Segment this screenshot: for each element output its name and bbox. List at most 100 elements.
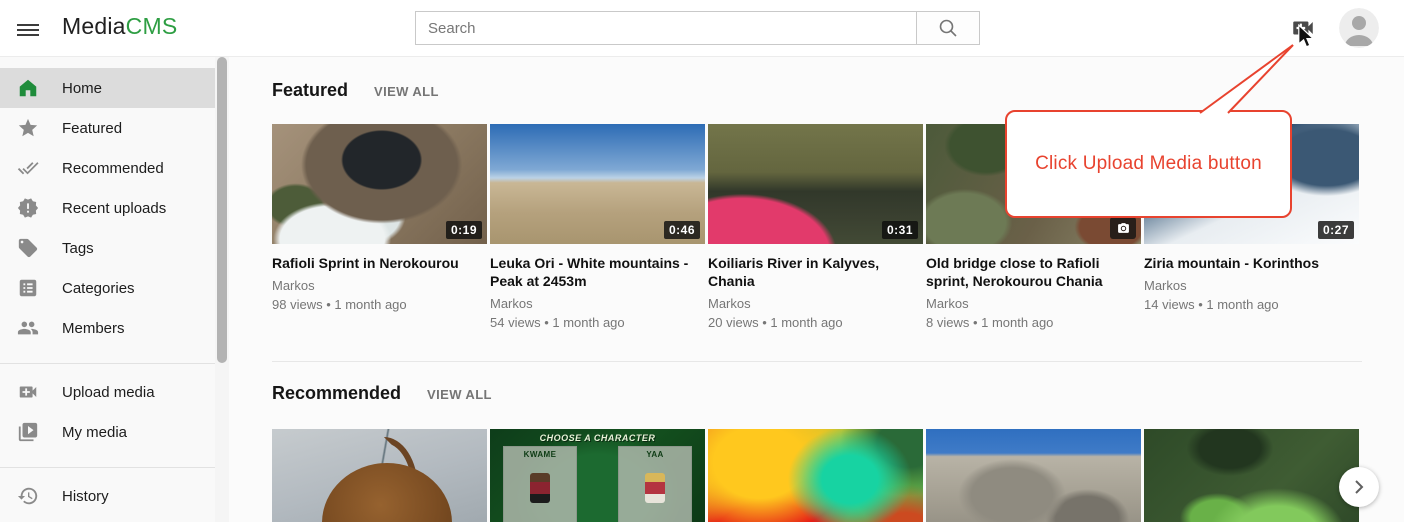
- media-author[interactable]: Markos: [1144, 278, 1359, 293]
- section-header: Featured VIEW ALL: [272, 80, 1404, 102]
- upload-media-button[interactable]: [1289, 15, 1317, 43]
- media-thumbnail-kayak[interactable]: 0:31: [708, 124, 923, 244]
- members-icon: [16, 316, 40, 340]
- sidebar-item-members[interactable]: Members: [0, 308, 215, 348]
- media-author[interactable]: Markos: [272, 278, 487, 293]
- media-title[interactable]: Koiliaris River in Kalyves, Chania: [708, 254, 918, 290]
- logo-media-text: Media: [62, 13, 126, 39]
- tutorial-callout: Click Upload Media button: [1005, 110, 1292, 218]
- section-header: Recommended VIEW ALL: [272, 383, 1404, 405]
- sidebar-group: Home Featured Recommended Recent uploads Tag…: [0, 68, 215, 348]
- sidebar-item-label: Home: [62, 80, 102, 97]
- sidebar-item-history[interactable]: History: [0, 476, 215, 516]
- sidebar-item-categories[interactable]: Categories: [0, 268, 215, 308]
- media-author[interactable]: Markos: [926, 296, 1141, 311]
- sidebar-item-recommended[interactable]: Recommended: [0, 148, 215, 188]
- media-thumbnail-fountain[interactable]: 0:19: [272, 124, 487, 244]
- sidebar-item-label: Recommended: [62, 160, 164, 177]
- chevron-right-icon: [1350, 478, 1368, 496]
- media-card-text: Rafioli Sprint in Nerokourou Markos 98 vie…: [272, 254, 487, 344]
- double-check-icon: [16, 156, 40, 180]
- game-character-sprite: [530, 473, 550, 503]
- media-card[interactable]: 0:19 Rafioli Sprint in Nerokourou Markos 98…: [272, 124, 487, 344]
- upload-media-icon: [1290, 15, 1316, 41]
- section-title: Recommended: [272, 383, 401, 404]
- my-media-icon: [16, 420, 40, 444]
- game-character-panel: YAA: [618, 446, 692, 522]
- sidebar-item-label: Upload media: [62, 384, 155, 401]
- media-views-date: 8 views • 1 month ago: [926, 315, 1141, 330]
- sidebar-group: Upload media My media: [0, 363, 215, 452]
- game-character-sprite: [645, 473, 665, 503]
- media-card[interactable]: [1144, 429, 1359, 522]
- media-card[interactable]: 0:46 Leuka Ori - White mountains - Peak a…: [490, 124, 705, 344]
- media-title[interactable]: Rafioli Sprint in Nerokourou: [272, 254, 482, 272]
- sidebar-item-tags[interactable]: Tags: [0, 228, 215, 268]
- duration-badge: 0:27: [1318, 221, 1354, 239]
- media-card[interactable]: CHOOSE A CHARACTERKWAMEYAASelectedSelect: [490, 429, 705, 522]
- history-icon: [16, 484, 40, 508]
- section-divider: [272, 361, 1362, 362]
- sidebar-item-label: My media: [62, 424, 127, 441]
- sidebar-item-upload-media[interactable]: Upload media: [0, 372, 215, 412]
- new-releases-icon: [16, 196, 40, 220]
- game-character-name: KWAME: [504, 450, 576, 459]
- media-thumbnail-leaves[interactable]: [1144, 429, 1359, 522]
- logo[interactable]: MediaCMS: [62, 13, 177, 40]
- media-card[interactable]: [708, 429, 923, 522]
- categories-icon: [16, 276, 40, 300]
- search-input[interactable]: [415, 11, 917, 45]
- media-title[interactable]: Leuka Ori - White mountains - Peak at 24…: [490, 254, 700, 290]
- user-avatar[interactable]: [1339, 8, 1379, 48]
- sidebar: Home Featured Recommended Recent uploads Tag…: [0, 57, 215, 522]
- sidebar-item-home[interactable]: Home: [0, 68, 215, 108]
- callout-text: Click Upload Media button: [1035, 153, 1262, 175]
- upload-media-icon: [16, 380, 40, 404]
- media-thumbnail-leuka[interactable]: 0:46: [490, 124, 705, 244]
- media-card-text: Ziria mountain - KorinthosMarkos14 views…: [1144, 254, 1359, 344]
- media-views-date: 98 views • 1 month ago: [272, 297, 487, 312]
- section-title: Featured: [272, 80, 348, 101]
- search-button[interactable]: [916, 11, 980, 45]
- sidebar-item-label: Members: [62, 320, 125, 337]
- carousel-next-button[interactable]: [1339, 467, 1379, 507]
- tag-icon: [16, 236, 40, 260]
- media-card[interactable]: [272, 429, 487, 522]
- media-views-date: 54 views • 1 month ago: [490, 315, 705, 330]
- sidebar-item-label: Categories: [62, 280, 135, 297]
- media-thumbnail-pumpkin[interactable]: [272, 429, 487, 522]
- sidebar-scrollbar[interactable]: [215, 57, 229, 522]
- media-card-text: Leuka Ori - White mountains - Peak at 24…: [490, 254, 705, 344]
- media-thumbnail-rocky[interactable]: [926, 429, 1141, 522]
- media-title[interactable]: Ziria mountain - Korinthos: [1144, 254, 1354, 272]
- view-all-link[interactable]: VIEW ALL: [427, 387, 492, 402]
- logo-cms-text: CMS: [126, 13, 178, 39]
- camera-icon: [1117, 222, 1130, 235]
- hamburger-menu-icon[interactable]: [14, 17, 42, 41]
- sidebar-scrollbar-thumb[interactable]: [217, 57, 227, 363]
- media-card-row: CHOOSE A CHARACTERKWAMEYAASelectedSelect: [272, 429, 1404, 522]
- game-character-panel: KWAME: [503, 446, 577, 522]
- media-author[interactable]: Markos: [708, 296, 923, 311]
- star-icon: [16, 116, 40, 140]
- game-character-name: YAA: [619, 450, 691, 459]
- duration-badge: 0:19: [446, 221, 482, 239]
- media-title[interactable]: Old bridge close to Rafioli sprint, Nero…: [926, 254, 1136, 290]
- duration-badge: 0:31: [882, 221, 918, 239]
- pumpkin-body: [322, 463, 452, 522]
- sidebar-item-featured[interactable]: Featured: [0, 108, 215, 148]
- media-card-text: Old bridge close to Rafioli sprint, Nero…: [926, 254, 1141, 344]
- media-card[interactable]: [926, 429, 1141, 522]
- media-views-date: 20 views • 1 month ago: [708, 315, 923, 330]
- media-author[interactable]: Markos: [490, 296, 705, 311]
- sidebar-item-label: Featured: [62, 120, 122, 137]
- search-icon: [937, 17, 959, 39]
- media-card[interactable]: 0:31 Koiliaris River in Kalyves, Chania Ma…: [708, 124, 923, 344]
- sidebar-item-label: Tags: [62, 240, 94, 257]
- sidebar-item-my-media[interactable]: My media: [0, 412, 215, 452]
- media-thumbnail-abstract[interactable]: [708, 429, 923, 522]
- view-all-link[interactable]: VIEW ALL: [374, 84, 439, 99]
- media-thumbnail-game[interactable]: CHOOSE A CHARACTERKWAMEYAASelectedSelect: [490, 429, 705, 522]
- sidebar-item-recent-uploads[interactable]: Recent uploads: [0, 188, 215, 228]
- media-card-text: Koiliaris River in Kalyves, Chania Markos…: [708, 254, 923, 344]
